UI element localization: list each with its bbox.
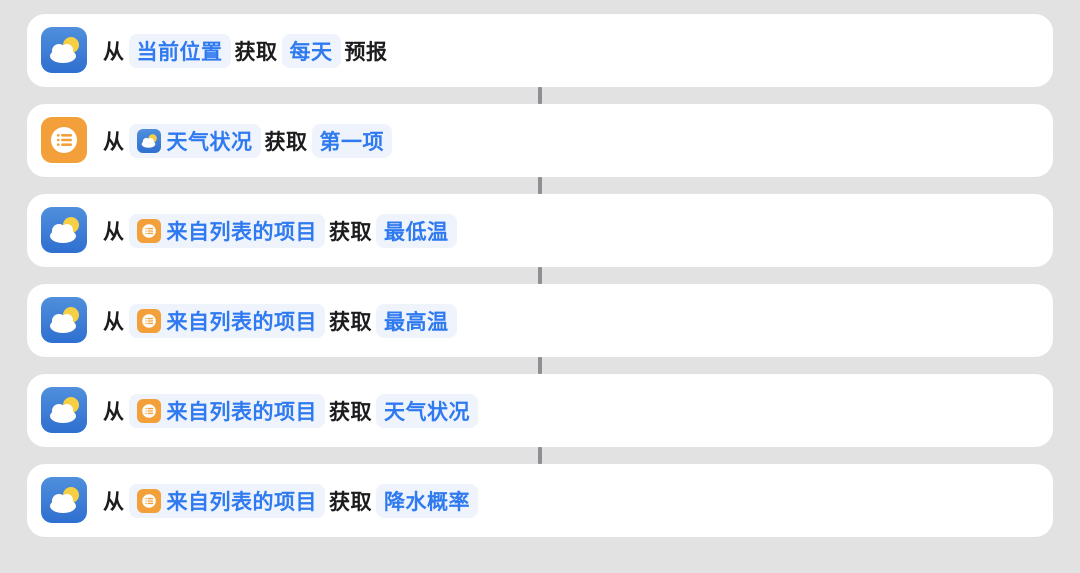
source-label: 当前位置 bbox=[136, 39, 223, 64]
weather-icon bbox=[136, 128, 161, 153]
action-sentence: 从 来自列表的项目 获取 bbox=[103, 464, 482, 537]
weather-icon bbox=[41, 387, 87, 433]
target-parameter-token[interactable]: 最低温 bbox=[376, 213, 457, 248]
flow-connector bbox=[538, 447, 542, 464]
get-word: 获取 bbox=[329, 309, 372, 334]
get-word: 获取 bbox=[234, 39, 278, 64]
get-word: 获取 bbox=[329, 219, 372, 244]
source-label: 天气状况 bbox=[166, 129, 253, 154]
action-sentence: 从 天气状况 获取 第一项 bbox=[103, 104, 396, 177]
action-sentence: 从 来自列表的项目 获取 bbox=[103, 194, 461, 267]
source-label: 来自列表的项目 bbox=[166, 489, 317, 514]
target-label: 最低温 bbox=[384, 219, 449, 244]
get-word: 获取 bbox=[329, 489, 372, 514]
weather-icon bbox=[41, 477, 87, 523]
action-sentence: 从 来自列表的项目 获取 bbox=[103, 284, 461, 357]
action-sentence: 从 来自列表的项目 获取 bbox=[103, 374, 482, 447]
flow-connector bbox=[538, 267, 542, 284]
action-card-get-precipitation-chance[interactable]: 从 来自列表的项目 获取 降水概率 bbox=[27, 464, 1053, 537]
suffix-word: 预报 bbox=[344, 39, 388, 64]
target-label: 降水概率 bbox=[384, 489, 470, 514]
weather-icon bbox=[41, 207, 87, 253]
target-parameter-token[interactable]: 每天 bbox=[281, 33, 341, 68]
action-card-get-weather-forecast[interactable]: 从 当前位置 获取 每天 预报 bbox=[27, 14, 1053, 87]
target-label: 每天 bbox=[289, 39, 333, 64]
get-word: 获取 bbox=[264, 129, 308, 154]
source-parameter-token[interactable]: 来自列表的项目 bbox=[128, 303, 325, 338]
source-label: 来自列表的项目 bbox=[166, 399, 317, 424]
list-icon bbox=[136, 308, 161, 333]
action-card-get-min-temperature[interactable]: 从 来自列表的项目 获取 最低温 bbox=[27, 194, 1053, 267]
from-word: 从 bbox=[103, 489, 125, 514]
action-sentence: 从 当前位置 获取 每天 预报 bbox=[103, 14, 392, 87]
target-label: 天气状况 bbox=[384, 399, 470, 424]
list-icon bbox=[136, 398, 161, 423]
from-word: 从 bbox=[103, 309, 125, 334]
weather-icon bbox=[41, 297, 87, 343]
from-word: 从 bbox=[103, 399, 125, 424]
target-parameter-token[interactable]: 天气状况 bbox=[376, 393, 478, 428]
flow-connector bbox=[538, 87, 542, 104]
source-parameter-token[interactable]: 来自列表的项目 bbox=[128, 483, 325, 518]
source-parameter-token[interactable]: 来自列表的项目 bbox=[128, 393, 325, 428]
weather-icon bbox=[41, 27, 87, 73]
shortcut-action-list: 从 当前位置 获取 每天 预报 从 天气状况 获取 第一项 从 来自列表的项目 … bbox=[0, 0, 1080, 573]
action-card-get-max-temperature[interactable]: 从 来自列表的项目 获取 最高温 bbox=[27, 284, 1053, 357]
source-label: 来自列表的项目 bbox=[166, 309, 317, 334]
list-icon bbox=[136, 488, 161, 513]
from-word: 从 bbox=[103, 129, 125, 154]
source-parameter-token[interactable]: 天气状况 bbox=[128, 123, 261, 158]
source-parameter-token[interactable]: 当前位置 bbox=[128, 33, 231, 68]
source-parameter-token[interactable]: 来自列表的项目 bbox=[128, 213, 325, 248]
flow-connector bbox=[538, 357, 542, 374]
from-word: 从 bbox=[103, 219, 125, 244]
target-label: 第一项 bbox=[319, 129, 384, 154]
target-parameter-token[interactable]: 降水概率 bbox=[376, 483, 478, 518]
list-icon bbox=[41, 117, 87, 163]
list-icon bbox=[136, 218, 161, 243]
target-label: 最高温 bbox=[384, 309, 449, 334]
get-word: 获取 bbox=[329, 399, 372, 424]
target-parameter-token[interactable]: 第一项 bbox=[311, 123, 392, 158]
source-label: 来自列表的项目 bbox=[166, 219, 317, 244]
target-parameter-token[interactable]: 最高温 bbox=[376, 303, 457, 338]
action-card-get-weather-condition[interactable]: 从 来自列表的项目 获取 天气状况 bbox=[27, 374, 1053, 447]
action-card-get-item-from-list[interactable]: 从 天气状况 获取 第一项 bbox=[27, 104, 1053, 177]
flow-connector bbox=[538, 177, 542, 194]
from-word: 从 bbox=[103, 39, 125, 64]
